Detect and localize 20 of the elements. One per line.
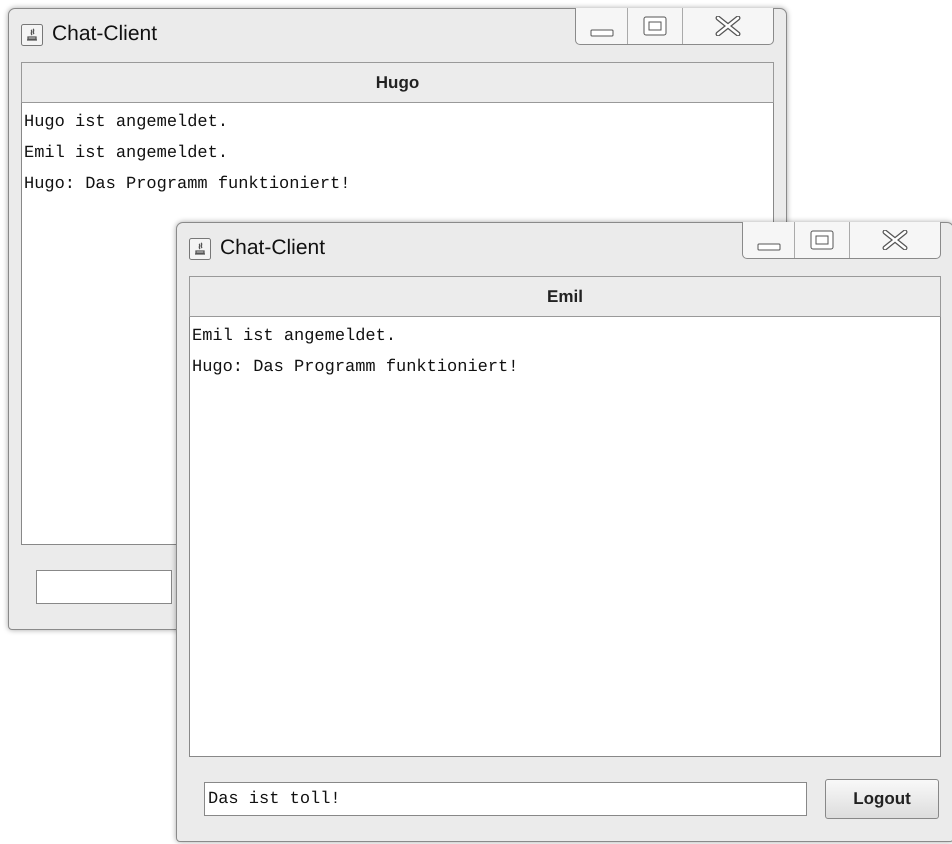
panel-header: Emil: [189, 276, 941, 317]
window-title: Chat-Client: [52, 22, 158, 46]
chat-message: Hugo: Das Programm funktioniert!: [24, 174, 352, 196]
logout-button[interactable]: Logout: [825, 779, 939, 819]
minimize-icon: [756, 242, 780, 252]
chat-message: Emil ist angemeldet.: [24, 143, 230, 165]
message-input[interactable]: [36, 570, 172, 604]
window-title: Chat-Client: [220, 236, 326, 260]
chat-message: Emil ist angemeldet.: [192, 326, 398, 348]
maximize-icon: [810, 230, 834, 250]
chat-message: Hugo: Das Programm funktioniert!: [192, 357, 520, 379]
maximize-icon: [643, 16, 667, 36]
cup-icon: [21, 24, 43, 46]
chat-message: Hugo ist angemeldet.: [24, 112, 230, 134]
message-input[interactable]: Das ist toll!: [204, 782, 807, 816]
cup-icon: [189, 238, 211, 260]
close-icon: [882, 230, 908, 250]
panel-header: Hugo: [21, 62, 774, 103]
minimize-icon: [590, 28, 614, 38]
close-icon: [715, 16, 741, 36]
